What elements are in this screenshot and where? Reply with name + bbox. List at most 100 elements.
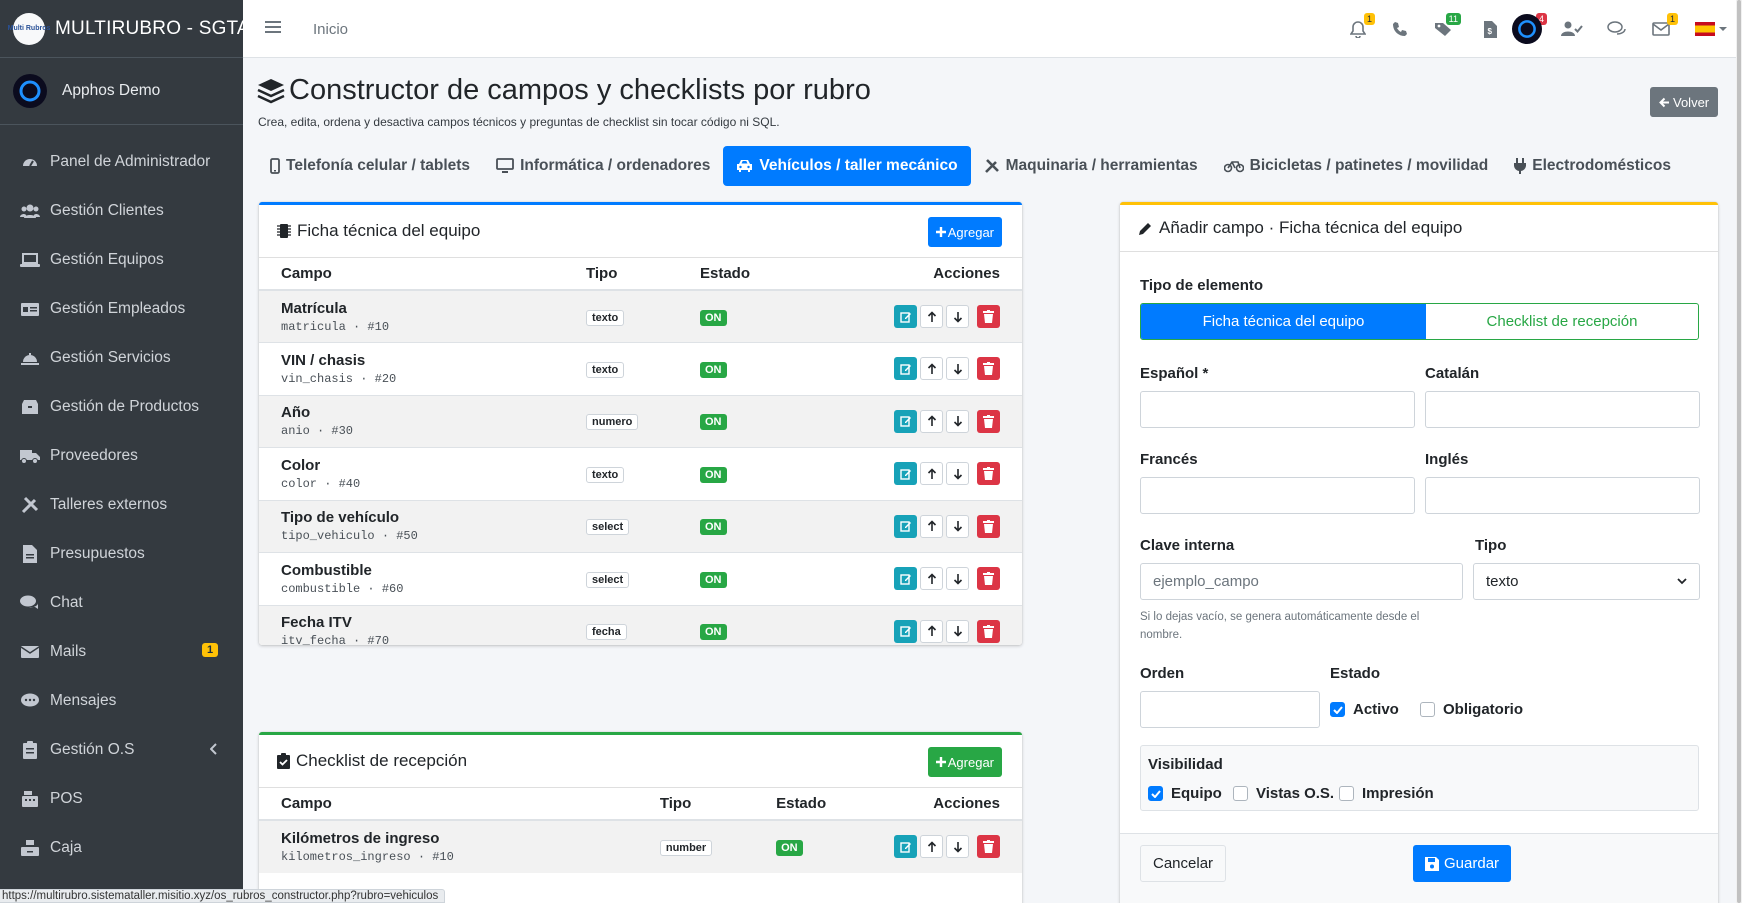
comments-icon (20, 593, 40, 613)
obligatorio-checkbox[interactable]: Obligatorio (1420, 701, 1523, 718)
file-invoice-icon[interactable]: $ (1477, 17, 1503, 41)
sidebar-item-gestion-os[interactable]: Gestión O.S (0, 725, 243, 774)
sidebar-item-mails[interactable]: Mails 1 (0, 627, 243, 676)
cell-tipo: texto (564, 342, 678, 395)
delete-button[interactable] (977, 567, 1000, 591)
bell-icon[interactable]: 1 (1345, 13, 1375, 41)
move-up-button[interactable] (920, 357, 943, 381)
move-down-button[interactable] (946, 305, 969, 328)
add-checklist-button[interactable]: Agregar (927, 747, 1002, 777)
move-down-button[interactable] (946, 567, 969, 591)
toggle-ficha[interactable]: Ficha técnica del equipo (1141, 304, 1426, 339)
vistas-os-checkbox[interactable]: Vistas O.S. (1233, 785, 1334, 802)
col-tipo: Tipo (637, 788, 755, 821)
delete-button[interactable] (977, 514, 1000, 538)
toggle-checklist[interactable]: Checklist de recepción (1426, 304, 1698, 339)
desktop-icon (496, 158, 514, 174)
arrow-up-icon (927, 625, 936, 637)
catalan-input[interactable] (1425, 391, 1700, 428)
envelope-icon[interactable]: 1 (1648, 13, 1678, 41)
frances-input[interactable] (1140, 477, 1415, 514)
delete-button[interactable] (977, 409, 1000, 433)
sidebar-item-clientes[interactable]: Gestión Clientes (0, 186, 243, 235)
delete-button[interactable] (977, 462, 1000, 486)
clave-interna-input[interactable]: ejemplo_campo (1140, 563, 1463, 600)
move-up-button[interactable] (920, 835, 943, 859)
cell-estado: ON (678, 394, 828, 448)
chevron-left-icon[interactable] (210, 743, 218, 755)
sidebar-item-pos[interactable]: POS (0, 774, 243, 823)
hamburger-menu-icon[interactable] (265, 20, 281, 34)
move-down-button[interactable] (946, 619, 969, 643)
sidebar-item-equipos[interactable]: Gestión Equipos (0, 235, 243, 284)
delete-button[interactable] (977, 305, 1000, 328)
edit-button[interactable] (894, 514, 917, 538)
edit-button[interactable] (894, 835, 917, 859)
tab-telefonia[interactable]: Telefonía celular / tablets (257, 146, 483, 186)
move-down-button[interactable] (946, 357, 969, 381)
sidebar-item-mensajes[interactable]: Mensajes (0, 676, 243, 725)
tab-bicicletas[interactable]: Bicicletas / patinetes / movilidad (1211, 146, 1502, 186)
move-down-button[interactable] (946, 409, 969, 433)
sidebar-item-panel[interactable]: Panel de Administrador (0, 137, 243, 186)
tipo-select[interactable]: texto (1473, 563, 1700, 600)
tab-maquinaria[interactable]: Maquinaria / herramientas (971, 146, 1211, 186)
cancel-button[interactable]: Cancelar (1140, 845, 1227, 882)
tab-informatica[interactable]: Informática / ordenadores (483, 146, 723, 186)
navbar-avatar[interactable] (1512, 14, 1542, 44)
nav-home-link[interactable]: Inicio (313, 21, 348, 38)
edit-button[interactable] (894, 305, 917, 328)
tab-electrodomesticos[interactable]: Electrodomésticos (1501, 146, 1684, 186)
tags-icon[interactable]: 11 (1431, 13, 1461, 41)
sidebar-item-presupuestos[interactable]: Presupuestos (0, 529, 243, 578)
save-button[interactable]: Guardar (1413, 845, 1512, 882)
move-up-button[interactable] (920, 514, 943, 538)
spain-flag-icon[interactable] (1693, 17, 1729, 41)
move-down-button[interactable] (946, 462, 969, 486)
move-up-button[interactable] (920, 409, 943, 433)
impresion-checkbox[interactable]: Impresión (1339, 785, 1434, 802)
move-up-button[interactable] (920, 619, 943, 643)
phone-icon[interactable] (1387, 17, 1413, 41)
edit-button[interactable] (894, 357, 917, 381)
delete-button[interactable] (977, 357, 1000, 381)
brand-link[interactable]: Multi Rubros MULTIRUBRO - SGTA OS (0, 0, 243, 58)
edit-button[interactable] (894, 567, 917, 591)
move-down-button[interactable] (946, 835, 969, 859)
sidebar-item-caja[interactable]: Caja (0, 823, 243, 872)
back-button-label: Volver (1673, 94, 1710, 110)
page-subtitle: Crea, edita, ordena y desactiva campos t… (258, 115, 780, 129)
ingles-input[interactable] (1425, 477, 1700, 514)
cell-acciones (828, 394, 1022, 448)
sidebar-item-talleres[interactable]: Talleres externos (0, 480, 243, 529)
sidebar-item-empleados[interactable]: Gestión Empleados (0, 284, 243, 333)
user-panel[interactable]: Apphos Demo (0, 58, 243, 125)
orden-input[interactable] (1140, 691, 1320, 728)
sidebar-item-servicios[interactable]: Gestión Servicios (0, 333, 243, 382)
sidebar-item-proveedores[interactable]: Proveedores (0, 431, 243, 480)
delete-button[interactable] (977, 835, 1000, 859)
move-up-button[interactable] (920, 567, 943, 591)
save-label: Guardar (1444, 855, 1500, 872)
move-up-button[interactable] (920, 462, 943, 486)
sidebar-item-productos[interactable]: Gestión de Productos (0, 382, 243, 431)
edit-button[interactable] (894, 619, 917, 643)
edit-button[interactable] (894, 462, 917, 486)
type-badge: texto (586, 361, 625, 378)
espanol-input[interactable] (1140, 391, 1415, 428)
equipo-checkbox[interactable]: Equipo (1148, 785, 1222, 802)
move-down-button[interactable] (946, 514, 969, 538)
tab-vehiculos[interactable]: Vehículos / taller mecánico (723, 146, 971, 186)
user-check-icon[interactable] (1559, 17, 1585, 41)
edit-button[interactable] (894, 409, 917, 433)
cell-acciones (872, 819, 1022, 873)
scrollbar-thumb[interactable] (1737, 0, 1741, 903)
page-scrollbar[interactable] (1736, 0, 1742, 903)
delete-button[interactable] (977, 619, 1000, 643)
comments-icon[interactable] (1604, 17, 1630, 41)
sidebar-item-chat[interactable]: Chat (0, 578, 243, 627)
move-up-button[interactable] (920, 305, 943, 328)
add-ficha-button[interactable]: Agregar (927, 217, 1002, 247)
back-button[interactable]: Volver (1650, 87, 1719, 117)
activo-checkbox[interactable]: Activo (1330, 701, 1399, 718)
